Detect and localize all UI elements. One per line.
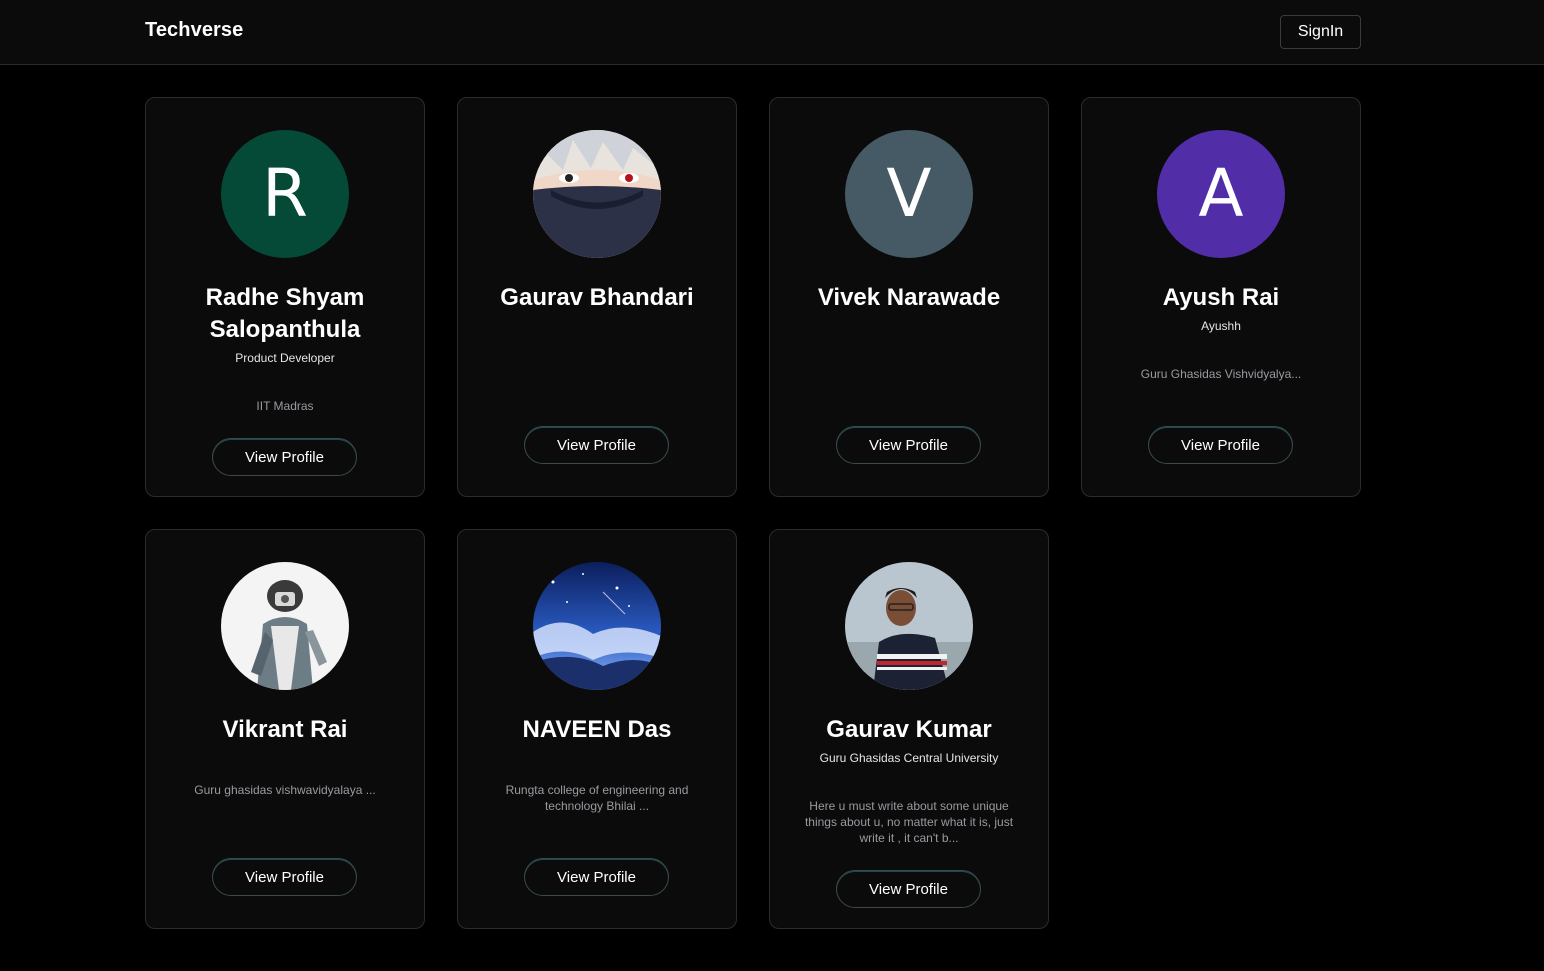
view-profile-button[interactable]: View Profile — [836, 870, 981, 908]
profile-card: Gaurav Kumar Guru Ghasidas Central Unive… — [769, 529, 1049, 929]
profile-name: Gaurav Kumar — [826, 716, 992, 743]
avatar: R — [221, 130, 349, 258]
avatar: V — [845, 130, 973, 258]
profile-card: V Vivek Narawade View Profile — [769, 97, 1049, 497]
profile-card: A Ayush Rai Ayushh Guru Ghasidas Vishvid… — [1081, 97, 1361, 497]
profile-bio: Here u must write about some unique thin… — [804, 799, 1014, 845]
profile-bio: IIT Madras — [256, 399, 314, 413]
profile-card: NAVEEN Das Rungta college of engineering… — [457, 529, 737, 929]
avatar-initial: R — [262, 155, 308, 232]
view-profile-button[interactable]: View Profile — [524, 426, 669, 464]
avatar — [533, 562, 661, 690]
starry-sky-avatar-image — [533, 562, 661, 690]
person-photo-avatar-image — [845, 562, 973, 690]
view-profile-button[interactable]: View Profile — [212, 858, 357, 896]
profile-username: Guru Ghasidas Central University — [819, 751, 999, 765]
profile-name: Gaurav Bhandari — [500, 284, 694, 311]
view-profile-button[interactable]: View Profile — [212, 438, 357, 476]
profile-name: NAVEEN Das — [522, 716, 672, 743]
profile-bio: Guru ghasidas vishwavidyalaya ... — [194, 783, 376, 797]
profile-bio: Rungta college of engineering and techno… — [505, 783, 689, 813]
profile-name: Ayush Rai — [1162, 284, 1280, 311]
profile-bio: Guru Ghasidas Vishvidyalya... — [1140, 367, 1302, 381]
profile-name: Vikrant Rai — [222, 716, 348, 743]
sketch-avatar-image — [221, 562, 349, 690]
avatar-initial: V — [886, 155, 932, 232]
avatar — [845, 562, 973, 690]
view-profile-button[interactable]: View Profile — [1148, 426, 1293, 464]
view-profile-button[interactable]: View Profile — [524, 858, 669, 896]
avatar-initial: A — [1198, 155, 1244, 232]
avatar: A — [1157, 130, 1285, 258]
profile-name: Vivek Narawade — [817, 284, 1001, 311]
top-navbar: Techverse SignIn — [0, 0, 1544, 65]
profile-username: Ayushh — [1201, 319, 1241, 333]
brand-logo[interactable]: Techverse — [145, 19, 243, 42]
view-profile-button[interactable]: View Profile — [836, 426, 981, 464]
ninja-avatar-image — [533, 130, 661, 258]
profile-name: Radhe Shyam Salopanthula — [205, 284, 365, 343]
profile-username: Product Developer — [235, 351, 335, 365]
profile-card: Vikrant Rai Guru ghasidas vishwavidyalay… — [145, 529, 425, 929]
profile-card: Gaurav Bhandari View Profile — [457, 97, 737, 497]
avatar — [221, 562, 349, 690]
avatar — [533, 130, 661, 258]
signin-button[interactable]: SignIn — [1280, 15, 1361, 49]
profile-card: R Radhe Shyam Salopanthula Product Devel… — [145, 97, 425, 497]
